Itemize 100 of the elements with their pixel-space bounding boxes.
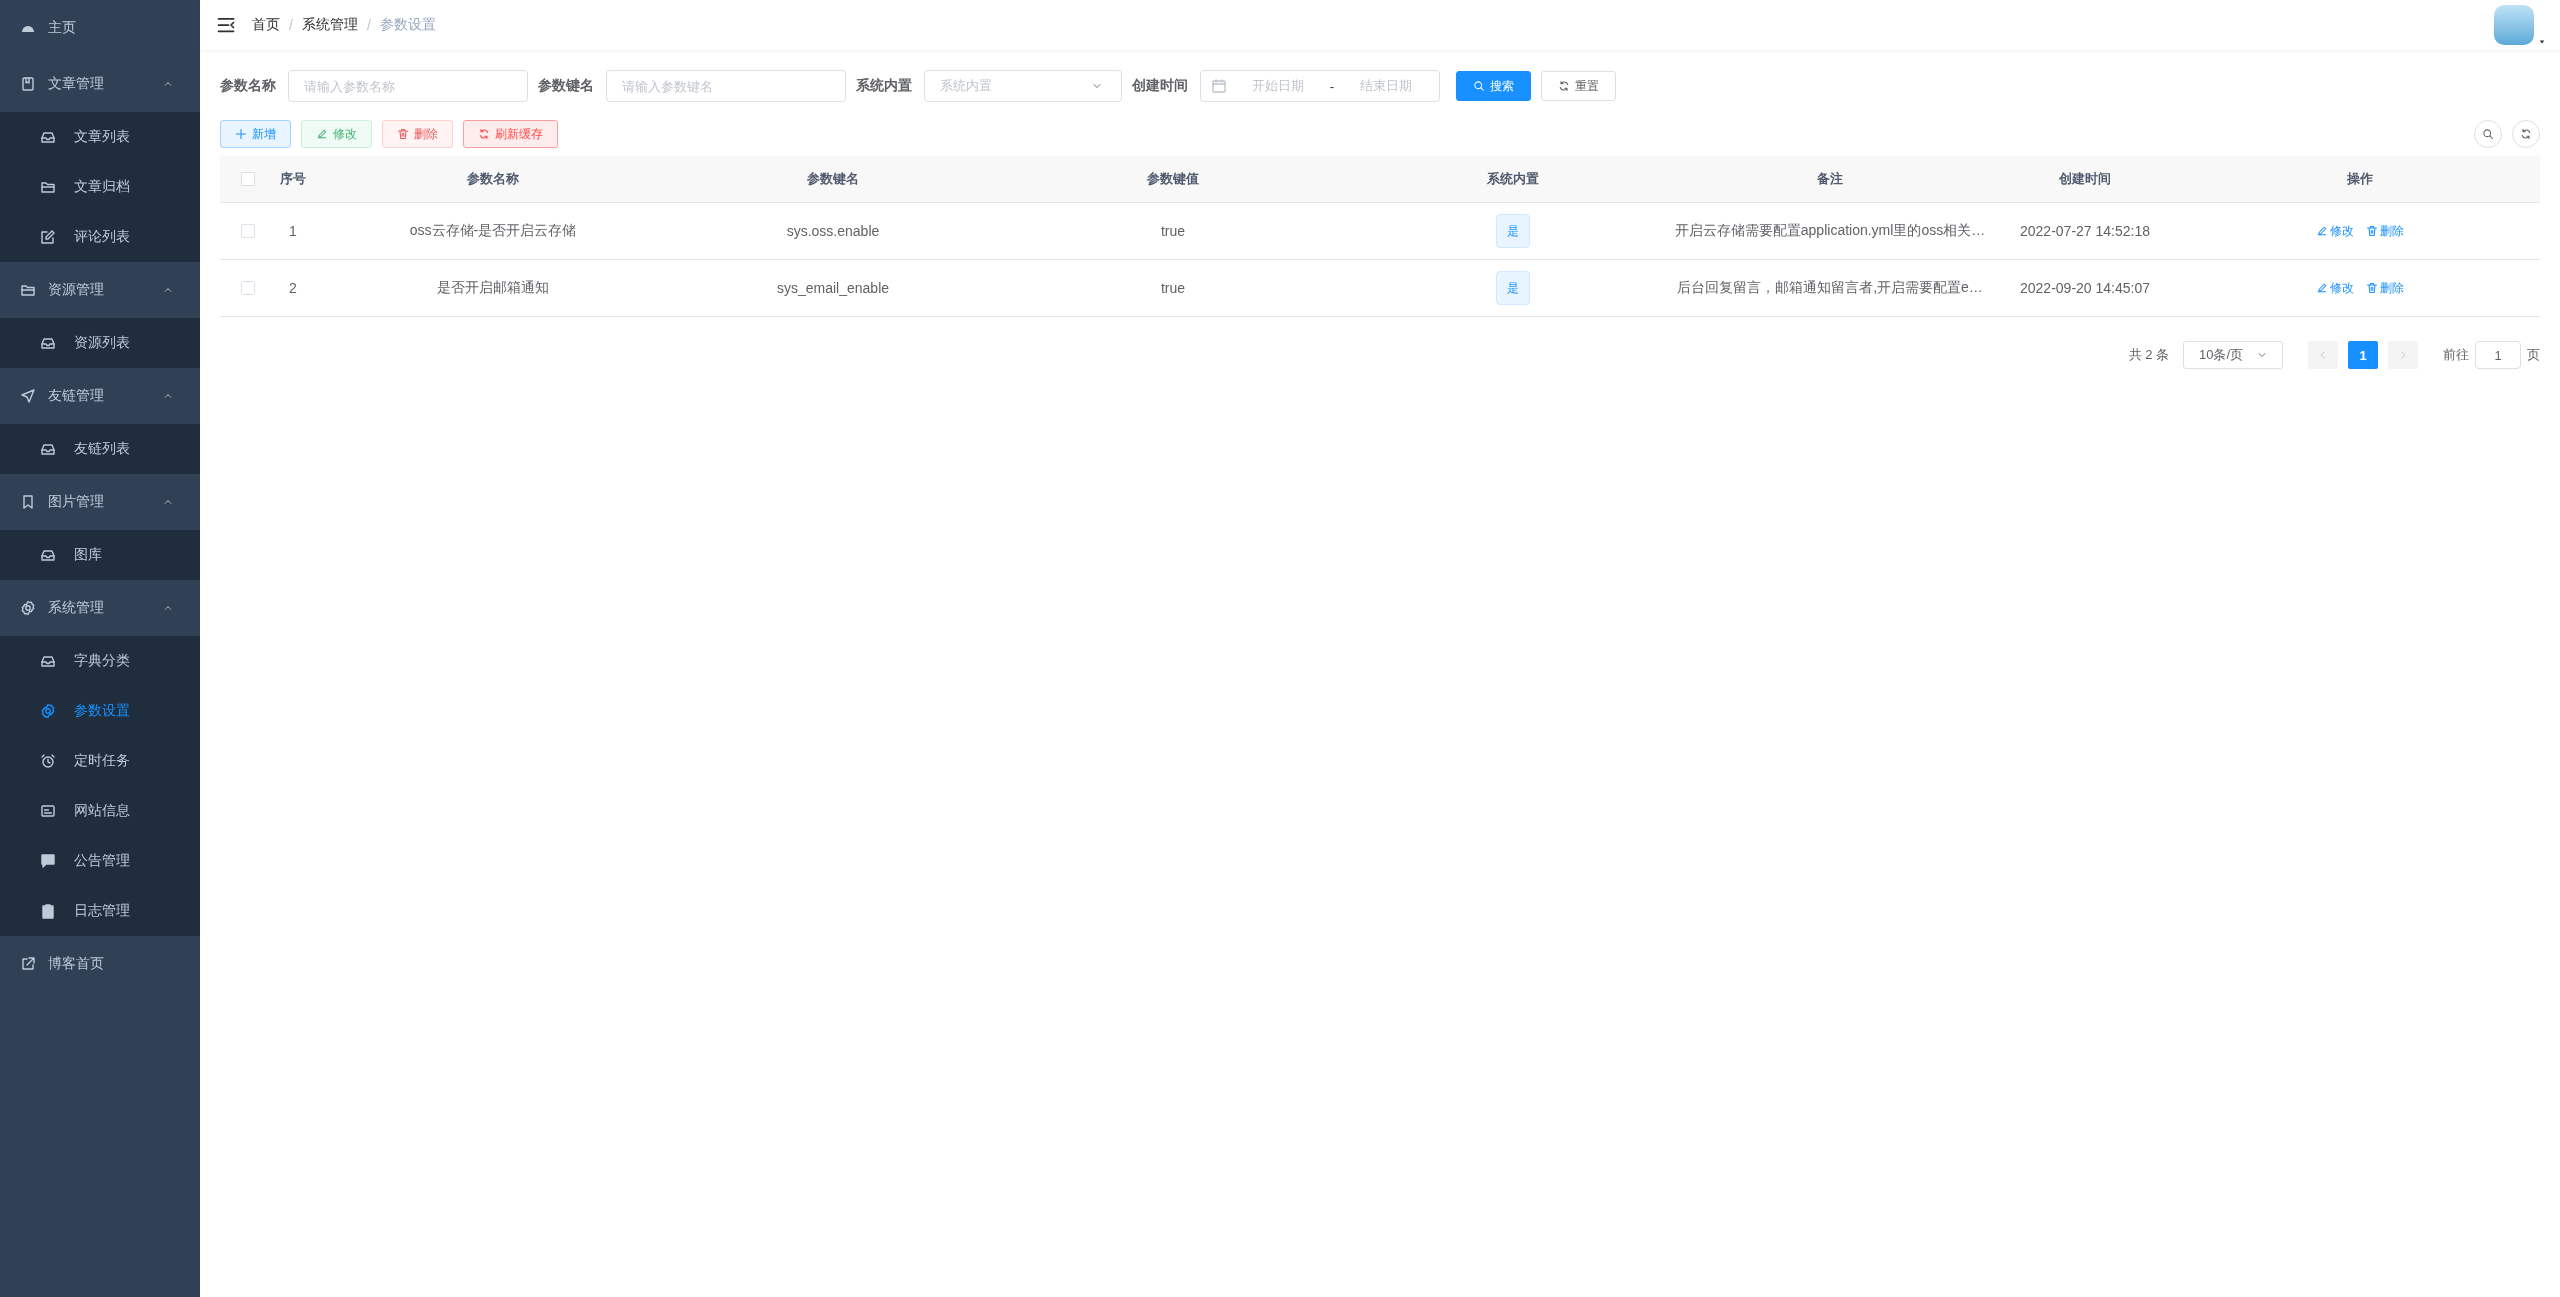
column-header: 备注 — [1670, 156, 1990, 203]
edit-icon — [316, 128, 328, 140]
refresh-icon — [478, 128, 490, 140]
menu-group[interactable]: 资源管理 — [0, 262, 200, 318]
row-checkbox[interactable] — [241, 281, 255, 295]
column-header: 参数键名 — [676, 156, 990, 203]
search-icon — [1473, 80, 1485, 92]
filter-label: 创建时间 — [1132, 77, 1188, 95]
table-cell: true — [990, 203, 1356, 260]
menu-item[interactable]: 网站信息 — [0, 786, 200, 836]
delete-link[interactable]: 删除 — [2366, 279, 2404, 297]
refresh-button[interactable] — [2512, 120, 2540, 148]
table-cell: 是否开启邮箱通知 — [310, 260, 676, 317]
column-header: 操作 — [2180, 156, 2540, 203]
table-cell: true — [990, 260, 1356, 317]
filter-label: 参数键名 — [538, 77, 594, 95]
reset-button[interactable]: 重置 — [1541, 71, 1616, 101]
menu-group[interactable]: 图片管理 — [0, 474, 200, 530]
filter-label: 系统内置 — [856, 77, 912, 95]
navigation-icon — [20, 388, 36, 404]
search-toggle-button[interactable] — [2474, 120, 2502, 148]
total-count: 共 2 条 — [2128, 346, 2169, 364]
id-card-icon — [40, 803, 56, 819]
goto-label: 前往 — [2443, 346, 2469, 364]
breadcrumb-item: 参数设置 — [379, 16, 436, 34]
refresh-icon — [2520, 128, 2532, 140]
table-cell: oss云存储-是否开启云存储 — [310, 203, 676, 260]
page-input[interactable]: 1 — [2475, 341, 2521, 369]
menu-item[interactable]: 定时任务 — [0, 736, 200, 786]
chevron-left-icon — [2318, 350, 2328, 360]
caret-icon — [2538, 39, 2546, 45]
previous-page-button[interactable] — [2308, 341, 2338, 369]
plus-icon — [235, 128, 247, 140]
page-size-select[interactable]: 10条/页 — [2183, 341, 2283, 369]
column-header: 创建时间 — [1990, 156, 2180, 203]
refresh-icon — [1558, 80, 1570, 92]
inbox-icon — [40, 547, 56, 563]
column-header: 参数键值 — [990, 156, 1356, 203]
menu-item[interactable]: 主页 — [0, 0, 200, 56]
bookmark-icon — [20, 494, 36, 510]
table-cell: sys_email_enable — [676, 260, 990, 317]
table-cell: 开启云存储需要配置application.yml里的oss相关… — [1670, 203, 1990, 260]
folder-icon — [40, 179, 56, 195]
menu-item[interactable]: 公告管理 — [0, 836, 200, 886]
external-link-icon — [20, 956, 36, 972]
search-icon — [2482, 128, 2494, 140]
table-cell: 后台回复留言，邮箱通知留言者,开启需要配置e… — [1670, 260, 1990, 317]
builtin-tag: 是 — [1496, 214, 1530, 248]
edit-icon — [2316, 225, 2328, 237]
menu-item[interactable]: 字典分类 — [0, 636, 200, 686]
menu-item[interactable]: 友链列表 — [0, 424, 200, 474]
menu-item[interactable]: 文章列表 — [0, 112, 200, 162]
menu-item[interactable]: 文章归档 — [0, 162, 200, 212]
edit-icon — [2316, 282, 2328, 294]
text-input-field[interactable]: 请输入参数名称 — [288, 70, 528, 102]
edit-link[interactable]: 修改 — [2316, 279, 2354, 297]
menu-group[interactable]: 友链管理 — [0, 368, 200, 424]
alarm-clock-icon — [40, 753, 56, 769]
breadcrumb-item[interactable]: 首页 — [252, 16, 280, 34]
select-all-checkbox[interactable] — [241, 172, 255, 186]
gear-icon — [40, 703, 56, 719]
page-suffix: 页 — [2527, 346, 2540, 364]
menu-item[interactable]: 参数设置 — [0, 686, 200, 736]
column-header: 序号 — [276, 156, 310, 203]
filter-label: 参数名称 — [220, 77, 276, 95]
menu-item[interactable]: 评论列表 — [0, 212, 200, 262]
menu-icon — [216, 15, 236, 35]
table-cell: sys.oss.enable — [676, 203, 990, 260]
menu-group[interactable]: 文章管理 — [0, 56, 200, 112]
text-input-field[interactable]: 请输入参数键名 — [606, 70, 846, 102]
clipboard-icon — [40, 903, 56, 919]
table-cell: 2022-07-27 14:52:18 — [1990, 203, 2180, 260]
menu-item[interactable]: 图库 — [0, 530, 200, 580]
table-cell: 1 — [276, 203, 310, 260]
row-checkbox[interactable] — [241, 224, 255, 238]
inbox-icon — [40, 129, 56, 145]
menu-item[interactable]: 博客首页 — [0, 936, 200, 992]
menu-group[interactable]: 系统管理 — [0, 580, 200, 636]
table-cell: 2 — [276, 260, 310, 317]
breadcrumb-separator: / — [366, 17, 371, 33]
chat-icon — [40, 853, 56, 869]
breadcrumb-item[interactable]: 系统管理 — [301, 16, 358, 34]
inbox-icon — [40, 653, 56, 669]
menu-item[interactable]: 日志管理 — [0, 886, 200, 936]
calendar-icon — [1211, 78, 1227, 94]
edit-icon — [40, 229, 56, 245]
next-page-button[interactable] — [2388, 341, 2418, 369]
builtin-tag: 是 — [1496, 271, 1530, 305]
column-header: 参数名称 — [310, 156, 676, 203]
folder-icon — [20, 282, 36, 298]
edit-link[interactable]: 修改 — [2316, 222, 2354, 240]
trash-icon — [397, 128, 409, 140]
date-range-field[interactable]: 开始日期 - 结束日期 — [1200, 70, 1440, 102]
menu-item[interactable]: 资源列表 — [0, 318, 200, 368]
delete-link[interactable]: 删除 — [2366, 222, 2404, 240]
inbox-icon — [40, 335, 56, 351]
breadcrumb-separator: / — [289, 17, 293, 33]
trash-icon — [2366, 282, 2378, 294]
avatar-photo-placeholder[interactable] — [2494, 5, 2534, 45]
inbox-icon — [40, 441, 56, 457]
